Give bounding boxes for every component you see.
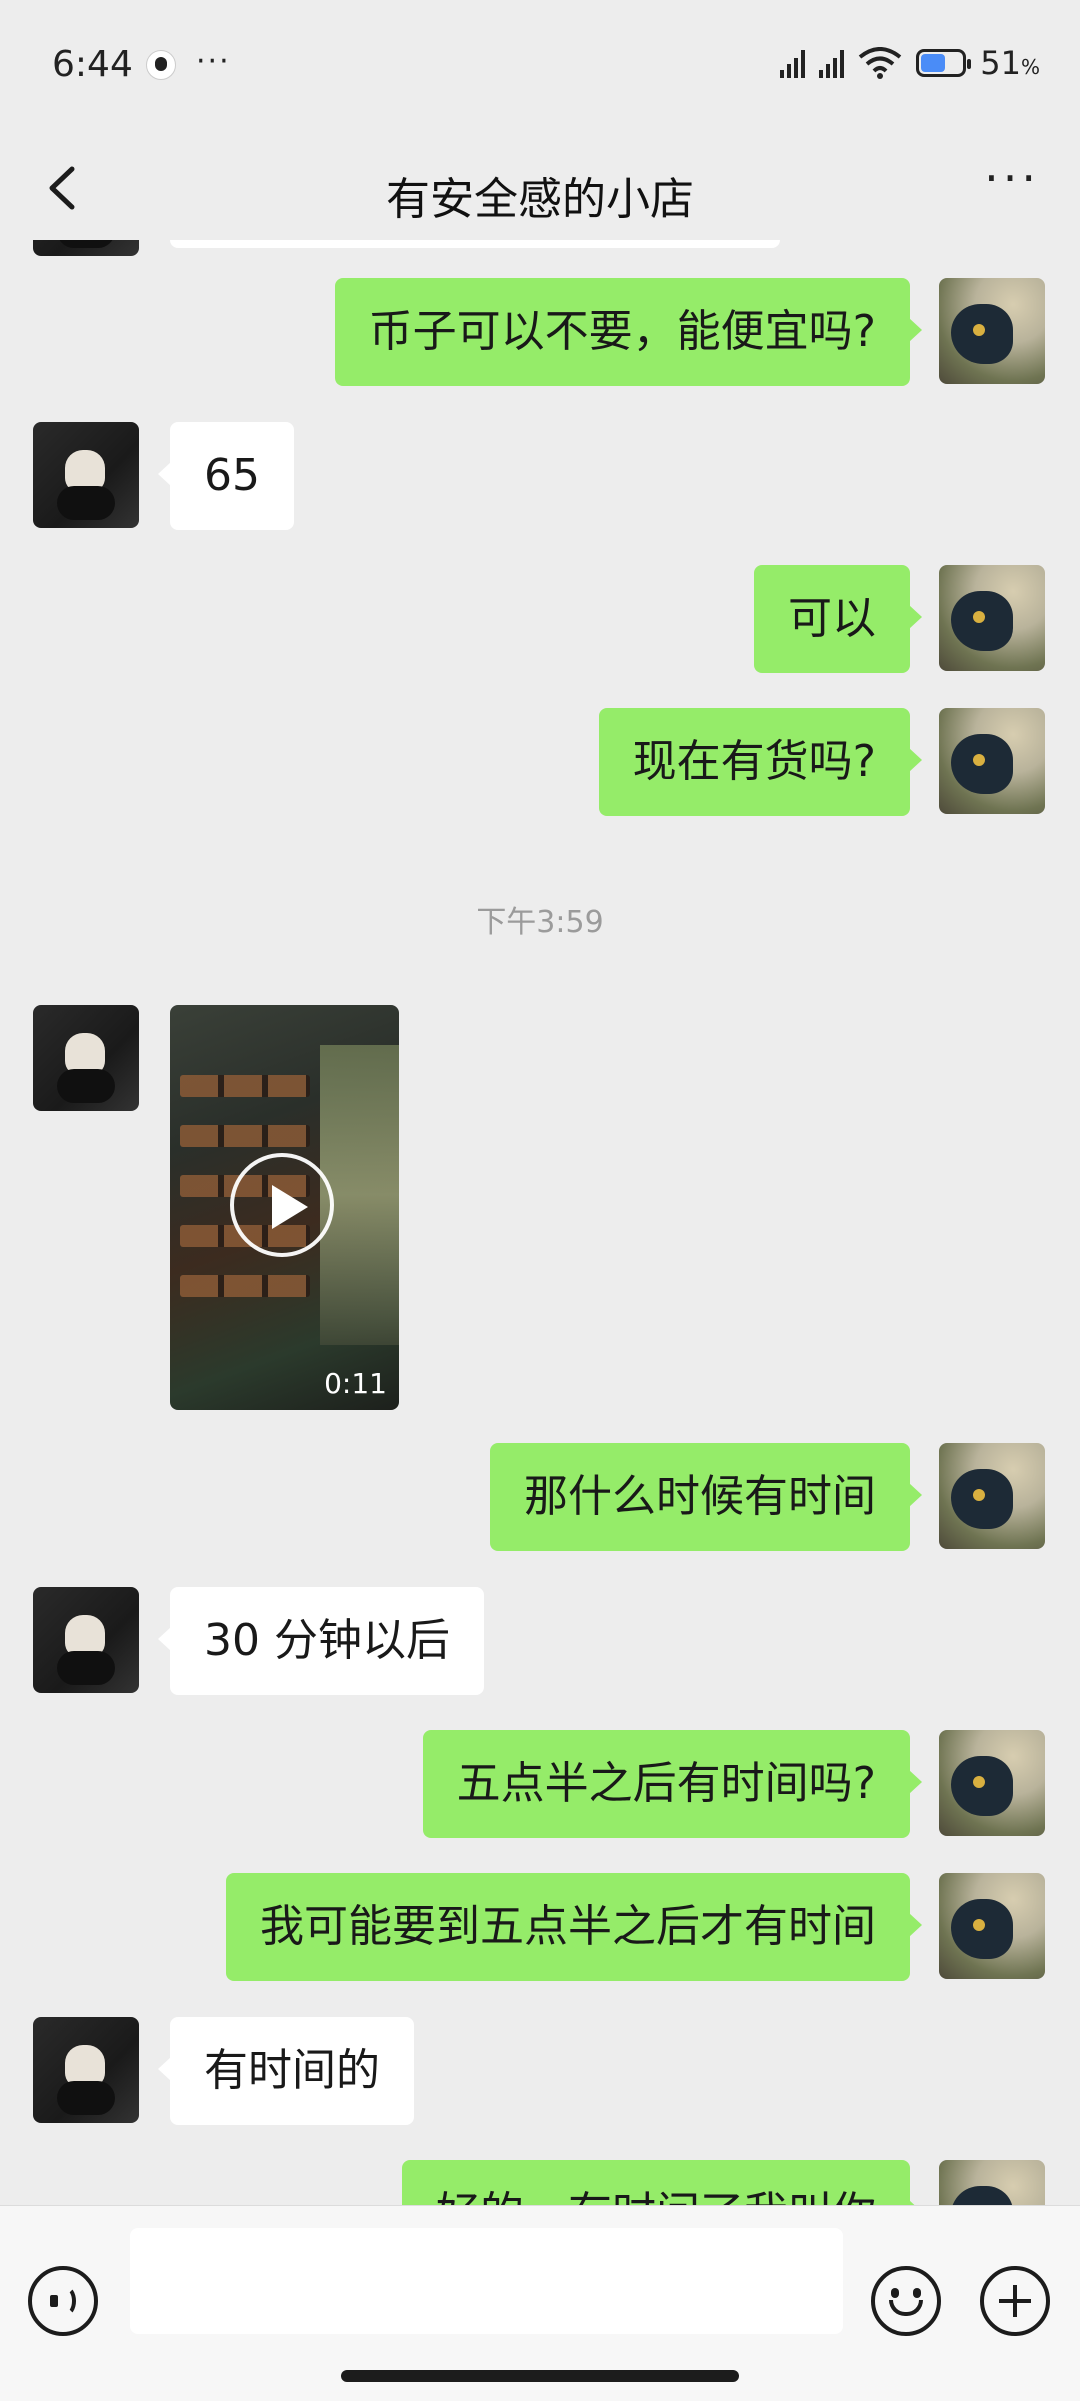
plus-icon[interactable] xyxy=(980,2266,1050,2336)
more-icon[interactable]: ··· xyxy=(984,151,1040,205)
chat-title: 有安全感的小店 xyxy=(386,174,694,225)
video-thumbnail-content xyxy=(180,1125,310,1147)
voice-icon[interactable] xyxy=(28,2266,98,2336)
message-bubble-outgoing[interactable]: 币子可以不要，能便宜吗? xyxy=(334,278,923,386)
contact-avatar[interactable] xyxy=(33,422,139,528)
chat-header: 有安全感的小店 ··· xyxy=(0,135,1080,240)
qq-notification-icon xyxy=(146,50,176,80)
message-bubble-outgoing[interactable]: 现在有货吗? xyxy=(598,708,923,816)
message-bubble-incoming[interactable] xyxy=(170,240,780,248)
message-bubble-outgoing[interactable]: 好的，有时间了我叫你 xyxy=(402,2160,922,2205)
video-message[interactable]: 0:11 xyxy=(170,1005,399,1410)
my-avatar[interactable] xyxy=(939,1873,1045,1979)
battery-level: 51% xyxy=(980,44,1040,82)
message-bubble-outgoing[interactable]: 我可能要到五点半之后才有时间 xyxy=(226,1873,922,1981)
status-bar: 6:44 ··· 51% xyxy=(0,0,1080,135)
message-bubble-incoming[interactable]: 30 分钟以后 xyxy=(158,1587,484,1695)
my-avatar[interactable] xyxy=(939,565,1045,671)
my-avatar[interactable] xyxy=(939,2160,1045,2205)
message-bubble-outgoing[interactable]: 那什么时候有时间 xyxy=(490,1443,922,1551)
video-thumbnail-content xyxy=(180,1275,310,1297)
message-timestamp: 下午3:59 xyxy=(476,905,604,940)
message-bubble-outgoing[interactable]: 可以 xyxy=(754,565,922,673)
status-more-indicator: ··· xyxy=(196,44,231,79)
message-input[interactable] xyxy=(130,2228,843,2334)
contact-avatar[interactable] xyxy=(33,1005,139,1111)
home-indicator[interactable] xyxy=(341,2370,739,2382)
contact-avatar[interactable] xyxy=(33,1587,139,1693)
wifi-icon xyxy=(859,47,902,79)
signal-icon xyxy=(819,48,845,78)
emoji-icon[interactable] xyxy=(871,2266,941,2336)
message-bubble-incoming[interactable]: 有时间的 xyxy=(158,2017,414,2125)
video-duration: 0:11 xyxy=(324,1367,387,1400)
contact-avatar[interactable] xyxy=(33,2017,139,2123)
my-avatar[interactable] xyxy=(939,1443,1045,1549)
my-avatar[interactable] xyxy=(939,278,1045,384)
battery-icon xyxy=(916,49,972,77)
message-bubble-outgoing[interactable]: 五点半之后有时间吗? xyxy=(422,1730,923,1838)
video-thumbnail-content xyxy=(180,1075,310,1097)
status-time: 6:44 xyxy=(52,44,133,85)
status-right-group: 51% xyxy=(780,44,1040,82)
my-avatar[interactable] xyxy=(939,708,1045,814)
play-icon[interactable] xyxy=(230,1153,334,1257)
contact-avatar[interactable] xyxy=(33,240,139,256)
message-list[interactable]: 币子可以不要，能便宜吗? 65 可以 现在有货吗? 下午3:59 0:11 那什… xyxy=(0,240,1080,2205)
my-avatar[interactable] xyxy=(939,1730,1045,1836)
signal-icon xyxy=(780,48,806,78)
message-bubble-incoming[interactable]: 65 xyxy=(158,422,294,530)
